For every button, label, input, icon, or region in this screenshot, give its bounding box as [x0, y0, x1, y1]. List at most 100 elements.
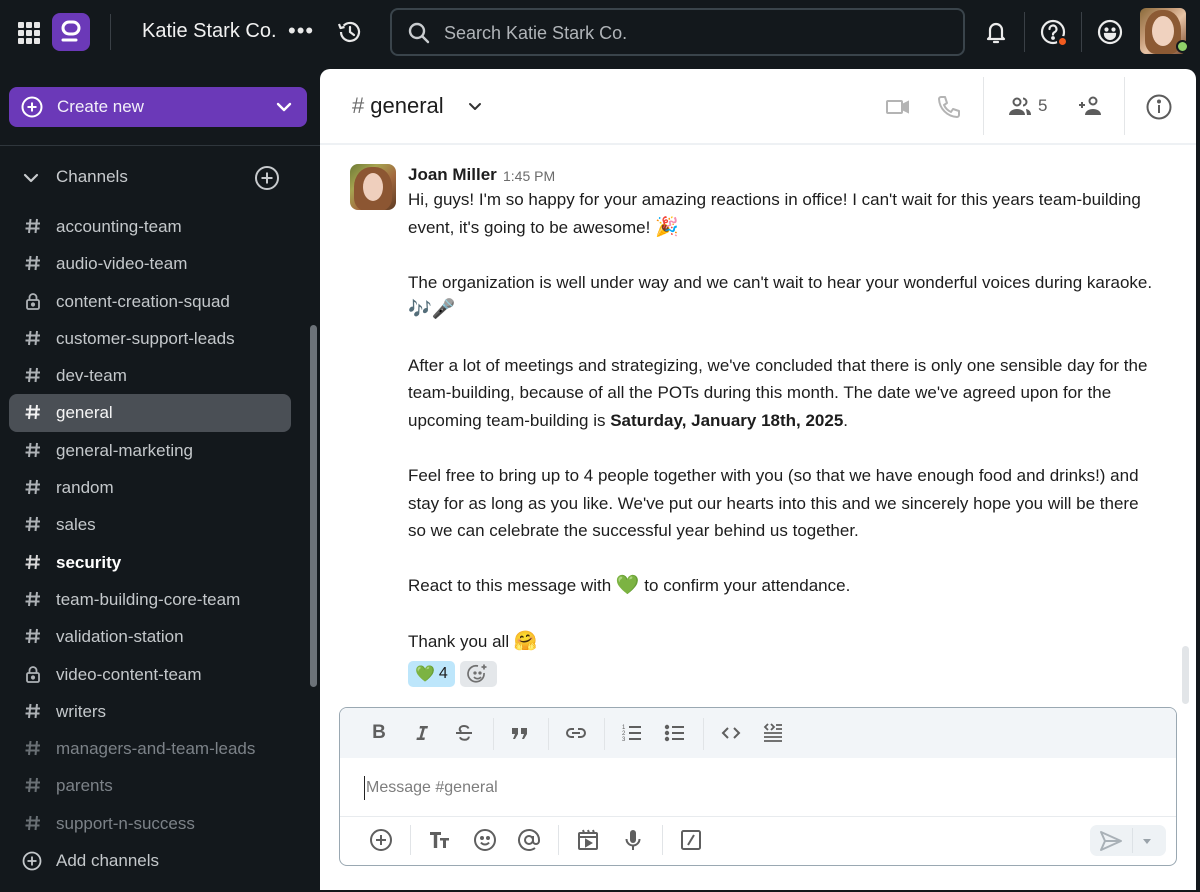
add-channels-button[interactable]: Add channels	[22, 850, 282, 874]
sidebar-channel-general[interactable]: general	[9, 394, 291, 432]
sidebar-channel-dev-team[interactable]: dev-team	[9, 357, 291, 394]
channel-name: security	[56, 552, 122, 572]
sidebar-channel-accounting-team[interactable]: accounting-team	[9, 208, 291, 245]
members-icon[interactable]	[1006, 93, 1034, 121]
chevron-down-icon[interactable]	[467, 99, 483, 115]
mention-icon[interactable]	[517, 828, 541, 852]
send-icon[interactable]	[1098, 829, 1124, 853]
info-icon[interactable]	[1145, 93, 1173, 121]
hash-icon	[24, 440, 42, 460]
sidebar-scrollbar[interactable]	[310, 325, 317, 687]
message-text: .	[843, 410, 849, 430]
member-count[interactable]: 5	[1038, 96, 1047, 116]
sidebar-channel-team-building-core-team[interactable]: team-building-core-team	[9, 581, 291, 618]
divider	[983, 77, 984, 135]
sidebar-channel-writers[interactable]: writers	[9, 693, 291, 730]
link-icon[interactable]	[565, 722, 587, 744]
channels-label: Channels	[56, 167, 128, 186]
chevron-down-icon[interactable]	[22, 169, 40, 187]
channel-name: team-building-core-team	[56, 589, 241, 609]
channel-name: video-content-team	[56, 664, 202, 684]
channel-view: # general 5 Joan Miller 1:45 PM Hi, guys…	[320, 69, 1196, 890]
channel-name: accounting-team	[56, 217, 182, 236]
divider	[1132, 828, 1133, 853]
channel-name: support-n-success	[56, 813, 195, 833]
sidebar-channel-sales[interactable]: sales	[9, 506, 291, 543]
sidebar-channel-validation-station[interactable]: validation-station	[9, 618, 291, 655]
quote-icon[interactable]	[509, 722, 531, 744]
add-member-icon[interactable]	[1076, 93, 1104, 121]
messages-scrollbar[interactable]	[1182, 646, 1189, 704]
history-icon[interactable]	[336, 18, 364, 46]
slash-command-icon[interactable]	[679, 828, 703, 852]
add-channel-icon[interactable]	[254, 165, 280, 191]
emoji-status-icon[interactable]	[1096, 18, 1124, 46]
create-new-button[interactable]: Create new	[9, 87, 307, 127]
workspace-more-icon[interactable]: •••	[288, 20, 314, 42]
hash-icon	[24, 589, 42, 609]
sidebar-channel-audio-video-team[interactable]: audio-video-team	[9, 245, 291, 282]
channels-section-header[interactable]: Channels	[20, 166, 290, 190]
sidebar-channel-content-creation-squad[interactable]: content-creation-squad	[9, 283, 291, 320]
message-timestamp[interactable]: 1:45 PM	[503, 168, 555, 184]
bell-icon[interactable]	[982, 18, 1010, 46]
hash-icon	[24, 701, 42, 721]
app-logo[interactable]	[52, 13, 90, 51]
app-grid-icon[interactable]	[18, 22, 40, 44]
sidebar-channel-random[interactable]: random	[9, 469, 291, 506]
author-avatar[interactable]	[350, 164, 396, 210]
message-author[interactable]: Joan Miller	[408, 165, 497, 185]
divider	[340, 816, 1176, 817]
message-paragraph: React to this message with 💚 to confirm …	[408, 572, 1153, 600]
music-microphone-emoji: 🎶🎤	[408, 299, 456, 321]
channel-title[interactable]: # general	[352, 93, 444, 119]
italic-icon[interactable]	[411, 722, 433, 744]
divider	[1124, 77, 1125, 135]
bold-icon[interactable]: B	[368, 722, 390, 744]
bulleted-list-icon[interactable]	[664, 722, 686, 744]
phone-call-icon[interactable]	[935, 93, 963, 121]
online-status-dot	[1176, 40, 1189, 53]
channel-name: writers	[56, 701, 107, 721]
code-icon[interactable]	[720, 722, 742, 744]
add-channels-label: Add channels	[56, 851, 160, 870]
sidebar-channel-video-content-team[interactable]: video-content-team	[9, 656, 291, 693]
sidebar-channel-managers-and-team-leads[interactable]: managers-and-team-leads	[9, 730, 291, 767]
video-call-icon[interactable]	[884, 93, 912, 121]
workspace-name[interactable]: Katie Stark Co.	[142, 20, 277, 43]
attach-plus-icon[interactable]	[369, 828, 393, 852]
emoji-icon[interactable]	[473, 828, 497, 852]
message-composer: B 123	[339, 707, 1177, 866]
hash-icon	[24, 402, 42, 422]
numbered-list-icon[interactable]: 123	[621, 722, 643, 744]
search-box[interactable]	[390, 8, 965, 56]
hash-icon	[24, 775, 42, 795]
message-input[interactable]	[364, 776, 1144, 800]
hash-icon	[24, 216, 42, 236]
help-icon[interactable]	[1039, 18, 1068, 47]
video-clip-icon[interactable]	[576, 828, 600, 852]
channel-name: general	[370, 93, 444, 118]
sidebar-channel-general-marketing[interactable]: general-marketing	[9, 432, 291, 469]
code-block-icon[interactable]	[762, 722, 784, 744]
search-input[interactable]	[444, 20, 944, 46]
search-icon	[406, 20, 432, 46]
sidebar-channel-support-n-success[interactable]: support-n-success	[9, 805, 291, 842]
message-paragraph: The organization is well under way and w…	[408, 269, 1153, 324]
hash-icon	[24, 738, 42, 758]
message-paragraph: After a lot of meetings and strategizing…	[408, 352, 1153, 435]
send-options-chevron-icon[interactable]	[1140, 834, 1154, 848]
microphone-icon[interactable]	[621, 828, 645, 852]
divider	[493, 718, 494, 750]
text-format-icon[interactable]	[428, 828, 452, 852]
sidebar-channel-security[interactable]: security	[9, 544, 291, 581]
strikethrough-icon[interactable]	[453, 722, 475, 744]
hash-icon	[24, 514, 42, 534]
message-text: Hi, guys! I'm so happy for your amazing …	[408, 190, 1141, 237]
sidebar-channel-parents[interactable]: parents	[9, 767, 291, 804]
reaction-green-heart[interactable]: 💚 4	[408, 661, 455, 687]
sidebar-channel-customer-support-leads[interactable]: customer-support-leads	[9, 320, 291, 357]
reaction-count: 4	[438, 665, 448, 682]
add-reaction-button[interactable]	[459, 661, 497, 687]
divider	[410, 825, 411, 855]
